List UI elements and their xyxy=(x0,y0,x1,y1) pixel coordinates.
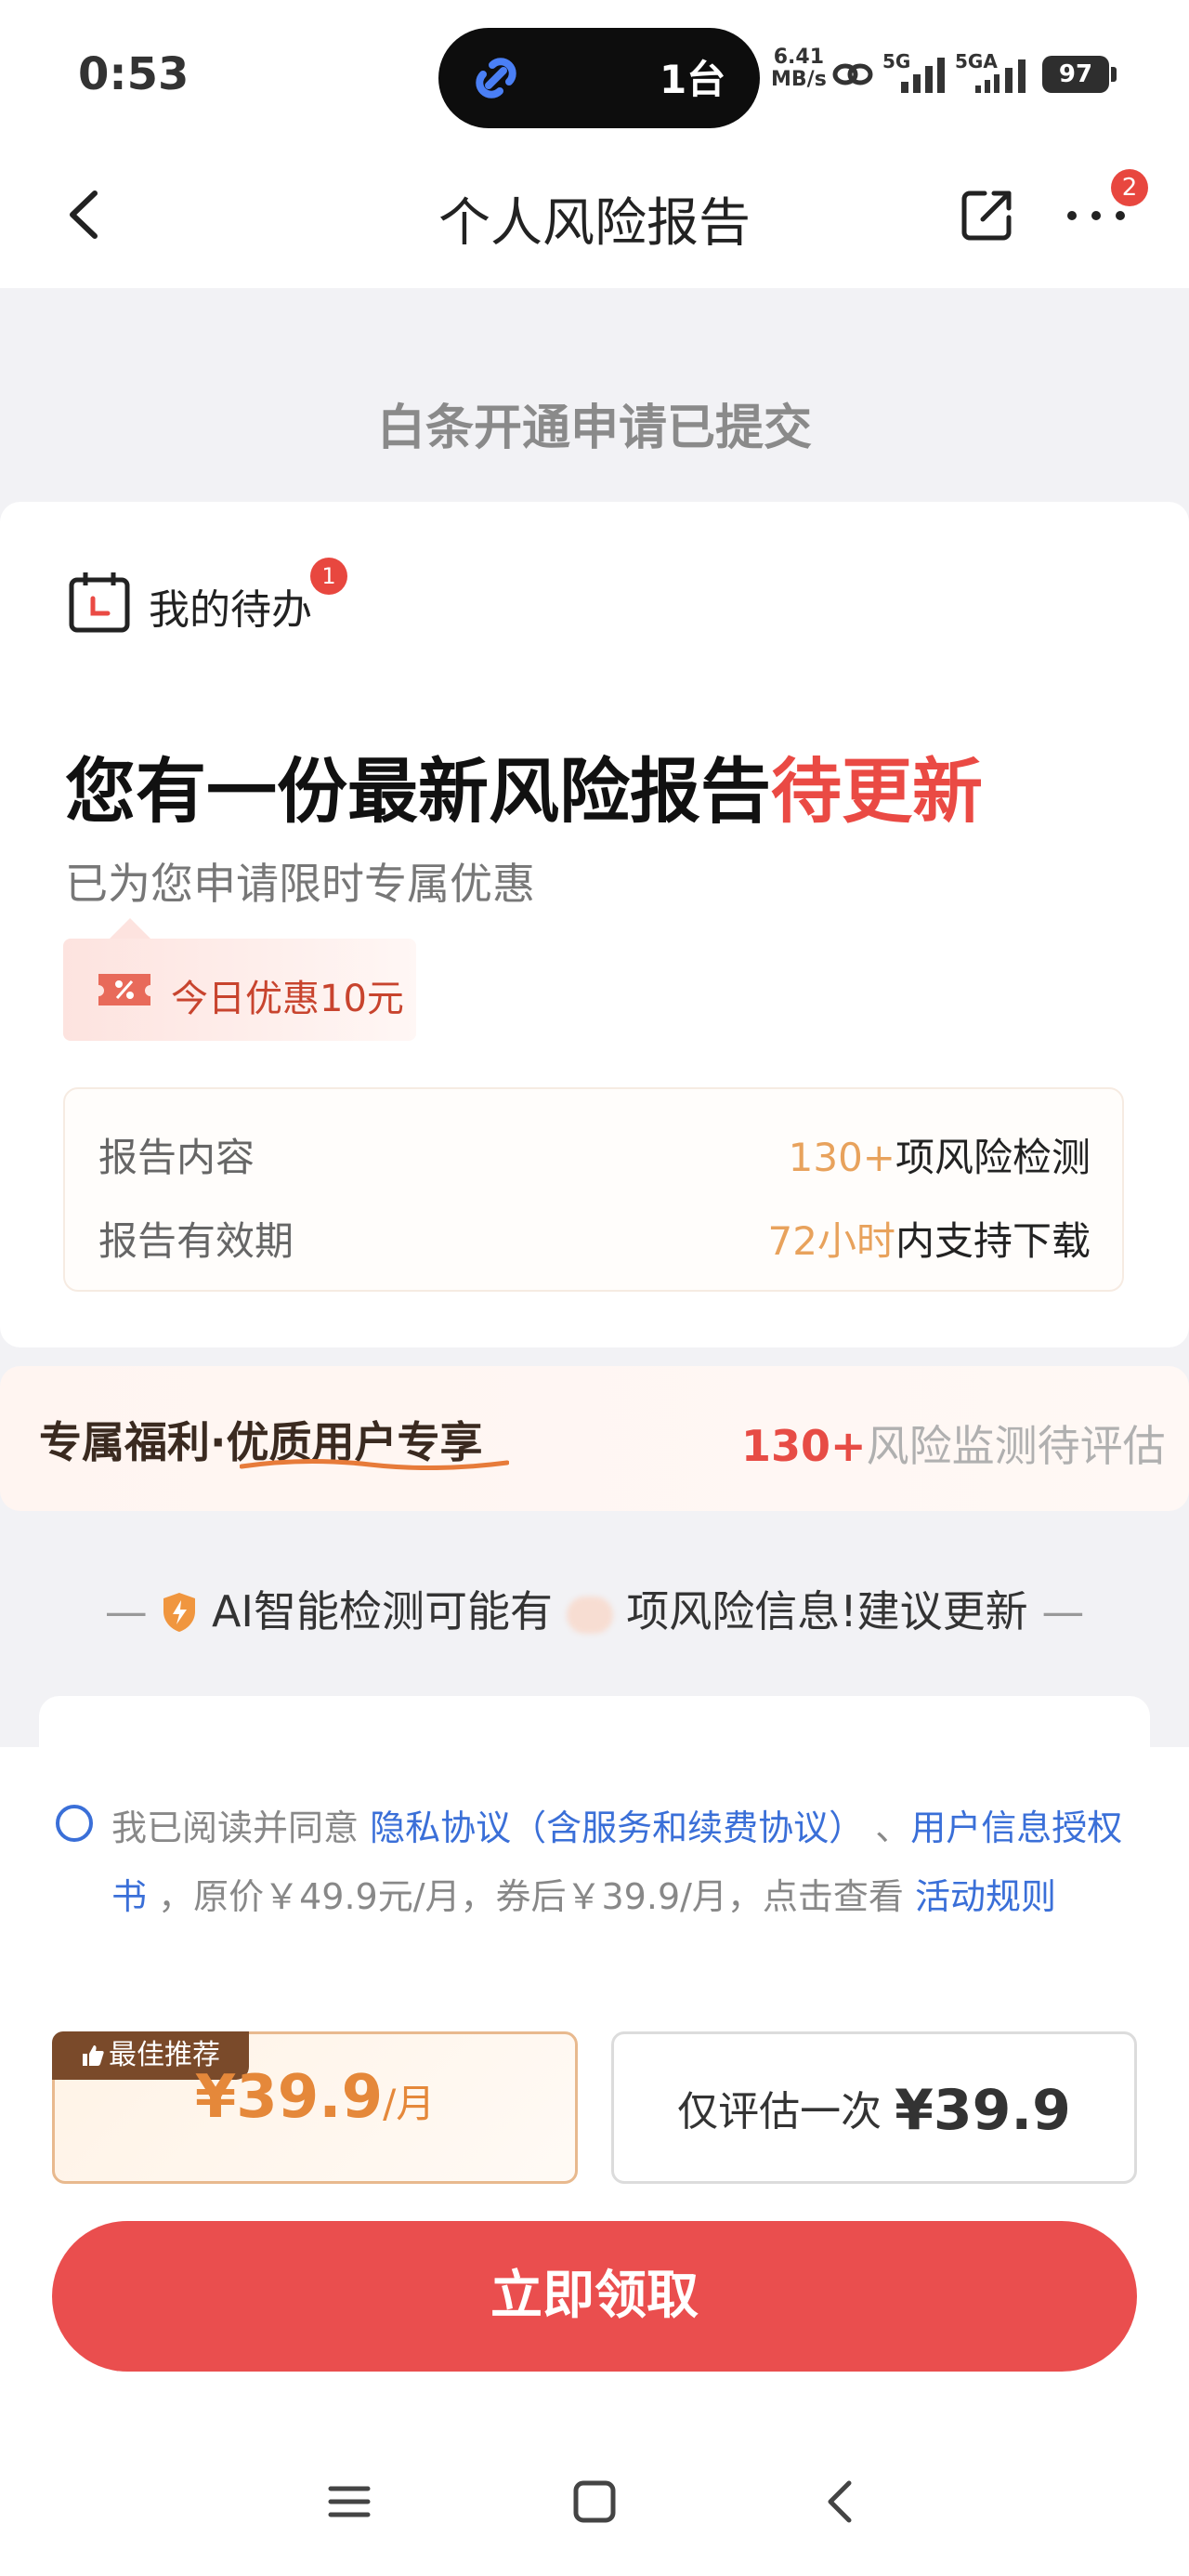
home-icon[interactable] xyxy=(570,2477,619,2526)
perk-status-text: 风险监测待评估 xyxy=(866,1421,1166,1471)
calendar-icon xyxy=(69,572,130,633)
hotspot-icon xyxy=(832,63,873,85)
perk-prefix: 专属福利· xyxy=(39,1417,227,1467)
claim-button[interactable]: 立即领取 xyxy=(52,2221,1137,2372)
ai-detection-notice: — AI智能检测可能有 项风险信息!建议更新 — xyxy=(0,1578,1189,1639)
more-badge: 2 xyxy=(1111,169,1148,206)
ai-text-after: 项风险信息!建议更新 xyxy=(626,1586,1028,1636)
dash-right: — xyxy=(1041,1586,1085,1636)
todo-badge: 1 xyxy=(310,558,347,595)
agreement-prefix: 我已阅读并同意 xyxy=(111,1807,371,1848)
blurred-count xyxy=(566,1596,613,1634)
headline-highlight: 待更新 xyxy=(771,750,983,833)
link-icon xyxy=(476,58,516,99)
info-value-highlight: 72小时 xyxy=(767,1218,895,1264)
menu-icon[interactable] xyxy=(325,2477,373,2526)
privacy-agreement-link[interactable]: 隐私协议（含服务和续费协议） xyxy=(370,1807,864,1848)
info-label-validity: 报告有效期 xyxy=(98,1218,294,1264)
todo-label: 我的待办 xyxy=(149,586,312,634)
status-banner: 白条开通申请已提交 xyxy=(376,401,812,456)
monthly-price-value: ¥39.9 xyxy=(194,2063,384,2132)
coupon-text: 今日优惠10元 xyxy=(171,978,404,1020)
perk-status: 130+风险监测待评估 xyxy=(741,1413,1166,1474)
battery-tip xyxy=(1111,67,1117,82)
report-headline: 您有一份最新风险报告待更新 xyxy=(65,734,983,836)
share-icon[interactable] xyxy=(957,184,1018,245)
activity-rules-link[interactable]: 活动规则 xyxy=(915,1876,1056,1917)
info-value-highlight: 130+ xyxy=(788,1135,895,1180)
net-speed-unit: MB/s xyxy=(771,68,827,91)
perk-count: 130+ xyxy=(741,1421,867,1471)
info-value-rest: 内支持下载 xyxy=(895,1218,1091,1264)
net-speed: 6.41 MB/s xyxy=(771,46,827,91)
agreement-text: 我已阅读并同意 隐私协议（含服务和续费协议） 、用户信息授权书 ，原价￥49.9… xyxy=(111,1794,1143,1931)
net-speed-value: 6.41 xyxy=(773,46,825,69)
once-label-text: 仅评估一次 xyxy=(677,2088,895,2136)
agreement-price-text: ，原价￥49.9元/月，券后￥39.9/月，点击查看 xyxy=(147,1876,915,1917)
once-price-value: ¥39.9 xyxy=(895,2078,1071,2143)
info-value-rest: 项风险检测 xyxy=(895,1135,1091,1180)
status-time: 0:53 xyxy=(78,48,189,100)
plan-monthly-price: ¥39.9/月 xyxy=(52,2063,578,2132)
coupon-tag-arrow xyxy=(110,918,150,939)
signal-bars-icon-2 xyxy=(975,59,1026,93)
perk-underline-decoration xyxy=(240,1458,509,1470)
info-value-validity: 72小时内支持下载 xyxy=(650,1210,1091,1267)
signal-bars-icon xyxy=(901,58,945,93)
plan-once-label: 仅评估一次 ¥39.9 xyxy=(611,2078,1137,2143)
agree-checkbox[interactable] xyxy=(56,1805,93,1842)
headline-main: 您有一份最新风险报告 xyxy=(65,750,771,833)
system-back-icon[interactable] xyxy=(817,2477,866,2526)
coupon-icon xyxy=(98,974,150,1005)
report-subline: 已为您申请限时专属优惠 xyxy=(65,859,535,909)
ai-text-before: AI智能检测可能有 xyxy=(211,1586,553,1636)
info-label-content: 报告内容 xyxy=(98,1135,255,1180)
agreement-separator: 、 xyxy=(864,1807,911,1848)
battery-indicator: 97 xyxy=(1042,56,1109,93)
dash-left: — xyxy=(104,1586,148,1636)
monthly-price-unit: /月 xyxy=(383,2081,436,2126)
island-label: 1台 xyxy=(660,57,726,102)
shield-icon xyxy=(163,1593,196,1632)
info-value-content: 130+项风险检测 xyxy=(650,1126,1091,1183)
